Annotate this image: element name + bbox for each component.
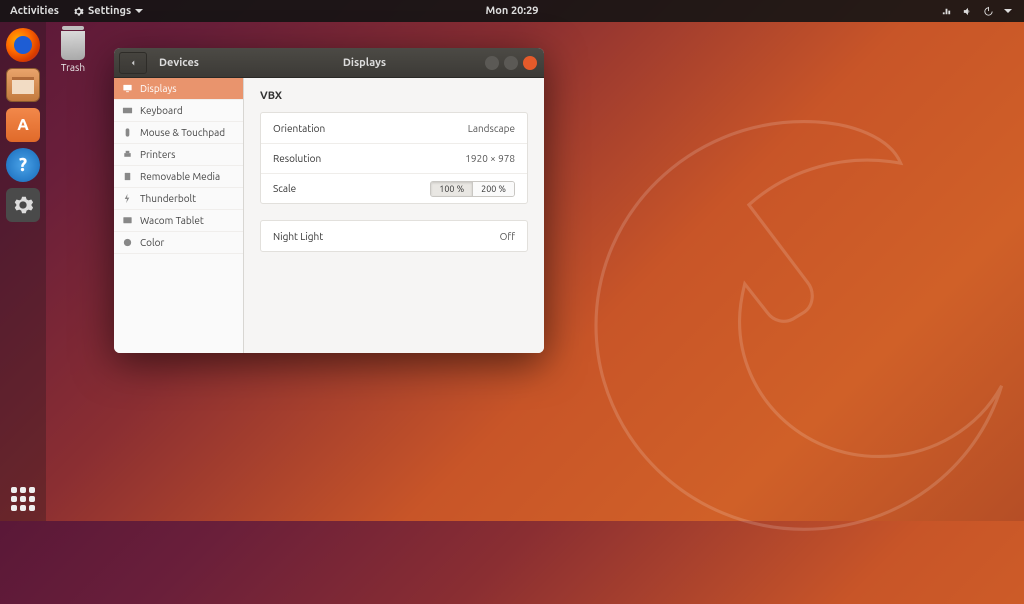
scale-option-200[interactable]: 200 % <box>472 182 514 196</box>
sidebar-item-removable[interactable]: Removable Media <box>114 166 243 188</box>
settings-sidebar: Displays Keyboard Mouse & Touchpad Print… <box>114 78 244 353</box>
sidebar-item-color[interactable]: Color <box>114 232 243 254</box>
sidebar-item-label: Thunderbolt <box>140 193 196 204</box>
network-icon <box>941 6 952 17</box>
display-settings-panel: Orientation Landscape Resolution 1920 × … <box>260 112 528 204</box>
dock-files[interactable] <box>6 68 40 102</box>
row-label: Scale <box>273 183 296 194</box>
night-light-row[interactable]: Night Light Off <box>261 221 527 251</box>
settings-window: Devices Displays Displays Keyboard Mouse… <box>114 48 544 353</box>
trash-icon <box>58 26 88 60</box>
gear-icon <box>73 6 84 17</box>
sidebar-item-wacom[interactable]: Wacom Tablet <box>114 210 243 232</box>
orientation-row[interactable]: Orientation Landscape <box>261 113 527 143</box>
minimize-button[interactable] <box>485 56 499 70</box>
dock-settings[interactable] <box>6 188 40 222</box>
dock <box>0 22 46 521</box>
desktop-trash[interactable]: Trash <box>58 26 88 73</box>
sidebar-item-label: Color <box>140 237 164 248</box>
night-light-panel: Night Light Off <box>260 220 528 252</box>
sidebar-item-thunderbolt[interactable]: Thunderbolt <box>114 188 243 210</box>
sidebar-item-mouse[interactable]: Mouse & Touchpad <box>114 122 243 144</box>
sidebar-item-displays[interactable]: Displays <box>114 78 243 100</box>
keyboard-icon <box>122 105 133 116</box>
sidebar-item-label: Removable Media <box>140 171 220 182</box>
sidebar-item-label: Wacom Tablet <box>140 215 204 226</box>
dock-firefox[interactable] <box>6 28 40 62</box>
chevron-down-icon <box>1004 9 1012 17</box>
chevron-down-icon <box>135 9 143 17</box>
app-menu[interactable]: Settings <box>73 5 143 17</box>
row-label: Resolution <box>273 153 321 164</box>
wallpaper-illustration <box>544 80 1024 600</box>
trash-label: Trash <box>61 62 85 73</box>
scale-segmented: 100 % 200 % <box>430 181 515 197</box>
sidebar-item-printers[interactable]: Printers <box>114 144 243 166</box>
thunderbolt-icon <box>122 193 133 204</box>
sidebar-item-label: Mouse & Touchpad <box>140 127 225 138</box>
removable-media-icon <box>122 171 133 182</box>
titlebar[interactable]: Devices Displays <box>114 48 544 78</box>
sidebar-item-label: Keyboard <box>140 105 183 116</box>
activities-button[interactable]: Activities <box>10 5 59 17</box>
scale-option-100[interactable]: 100 % <box>431 182 472 196</box>
resolution-row[interactable]: Resolution 1920 × 978 <box>261 143 527 173</box>
color-icon <box>122 237 133 248</box>
sidebar-item-label: Printers <box>140 149 175 160</box>
display-name: VBX <box>260 90 528 102</box>
dock-software[interactable] <box>6 108 40 142</box>
settings-content: VBX Orientation Landscape Resolution 192… <box>244 78 544 353</box>
window-title: Displays <box>244 57 485 69</box>
clock[interactable]: Mon 20:29 <box>486 5 539 17</box>
back-button[interactable] <box>119 52 147 74</box>
maximize-button[interactable] <box>504 56 518 70</box>
system-status-area[interactable] <box>941 6 1024 17</box>
top-bar: Activities Settings Mon 20:29 <box>0 0 1024 22</box>
mouse-icon <box>122 127 133 138</box>
row-label: Night Light <box>273 231 323 242</box>
power-icon <box>983 6 994 17</box>
row-value: Off <box>500 231 515 242</box>
printer-icon <box>122 149 133 160</box>
show-applications-button[interactable] <box>11 487 35 511</box>
dock-help[interactable] <box>6 148 40 182</box>
row-value: 1920 × 978 <box>465 153 515 164</box>
volume-icon <box>962 6 973 17</box>
tablet-icon <box>122 215 133 226</box>
sidebar-item-label: Displays <box>140 83 177 94</box>
scale-row: Scale 100 % 200 % <box>261 173 527 203</box>
row-value: Landscape <box>468 123 515 134</box>
close-button[interactable] <box>523 56 537 70</box>
app-menu-label: Settings <box>88 5 131 17</box>
row-label: Orientation <box>273 123 325 134</box>
monitor-icon <box>122 83 133 94</box>
sidebar-item-keyboard[interactable]: Keyboard <box>114 100 243 122</box>
